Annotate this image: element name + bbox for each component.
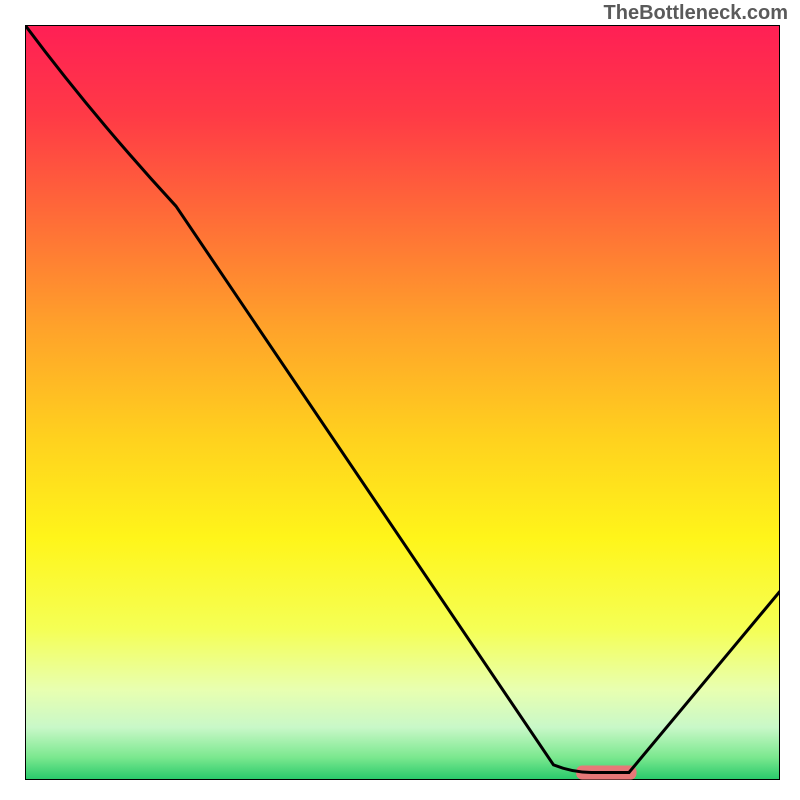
chart-area	[25, 25, 780, 780]
watermark-text: TheBottleneck.com	[604, 2, 788, 25]
chart-svg	[25, 25, 780, 780]
gradient-background	[25, 25, 780, 780]
